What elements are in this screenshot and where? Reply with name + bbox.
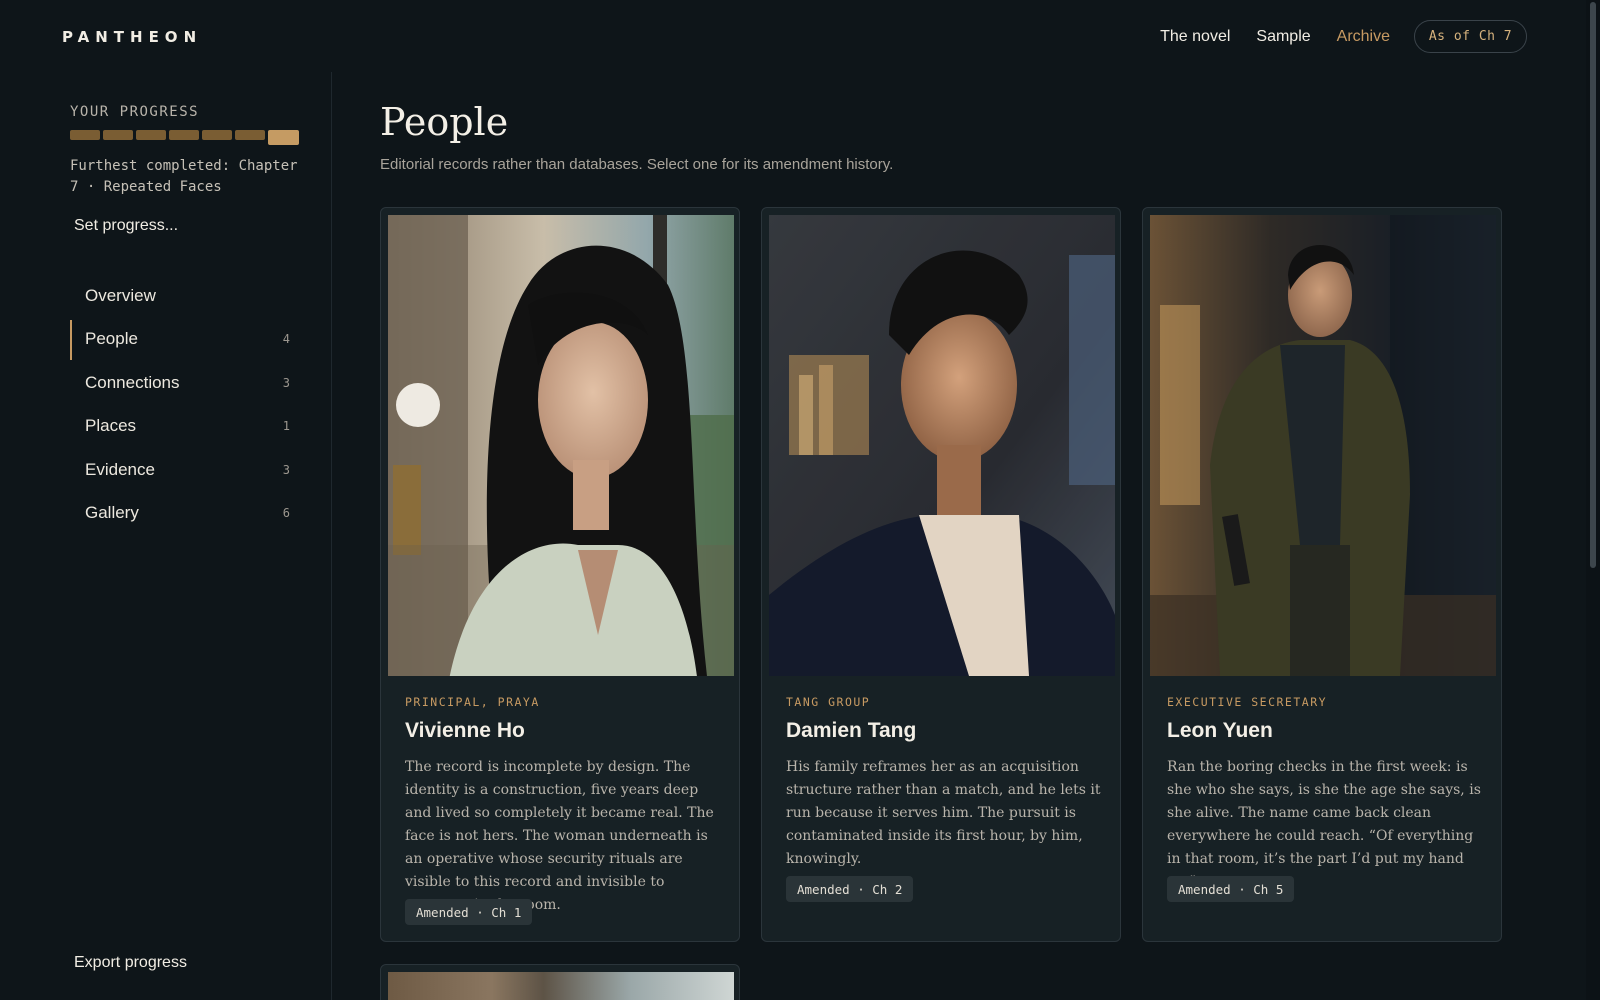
sidebar-item-label: Gallery (85, 503, 139, 523)
person-name: Damien Tang (786, 719, 917, 742)
as-of-chapter-pill[interactable]: As of Ch 7 (1414, 20, 1527, 53)
progress-segment (202, 130, 232, 140)
sidebar-item-count: 3 (282, 462, 290, 477)
nav-link-sample[interactable]: Sample (1256, 26, 1310, 48)
person-role: EXECUTIVE SECRETARY (1167, 695, 1328, 709)
sidebar-item-label: People (85, 329, 138, 349)
sidebar-item-label: Overview (85, 285, 156, 305)
sidebar-nav: Overview People 4 Connections 3 Places 1… (70, 274, 292, 535)
sidebar-item-label: Evidence (85, 459, 155, 479)
person-card-damien-tang[interactable]: TANG GROUP Damien Tang His family refram… (761, 207, 1121, 942)
sidebar-item-count: 6 (282, 506, 290, 521)
sidebar-item-count: 4 (282, 332, 290, 347)
person-card-partial[interactable] (380, 964, 740, 1000)
person-description: The record is incomplete by design. The … (405, 759, 714, 913)
person-role: TANG GROUP (786, 695, 871, 709)
sidebar-item-gallery[interactable]: Gallery 6 (70, 492, 292, 536)
furthest-completed-text: Furthest completed: Chapter 7 · Repeated… (70, 158, 298, 195)
person-name: Vivienne Ho (405, 719, 525, 742)
progress-segment (235, 130, 265, 140)
progress-segment-current (268, 130, 299, 145)
progress-segment (103, 130, 133, 140)
portrait-image (1150, 215, 1496, 676)
person-name: Leon Yuen (1167, 719, 1273, 742)
top-nav: The novel Sample Archive (1160, 26, 1390, 48)
portrait-image (388, 972, 734, 1000)
person-description: His family reframes her as an acquisitio… (786, 759, 1101, 867)
sidebar-item-places[interactable]: Places 1 (70, 405, 292, 449)
page-title: People (380, 100, 509, 144)
page-subtitle: Editorial records rather than databases.… (380, 156, 894, 173)
sidebar-item-count: 3 (282, 375, 290, 390)
sidebar-item-label: Places (85, 416, 137, 436)
amended-badge: Amended · Ch 1 (405, 899, 533, 925)
progress-segment (136, 130, 166, 140)
scrollbar-thumb[interactable] (1590, 2, 1596, 568)
sidebar: YOUR PROGRESS Furthest completed: Chapte… (0, 72, 332, 1000)
person-description: Ran the boring checks in the first week:… (1167, 759, 1481, 890)
progress-segment (70, 130, 100, 140)
sidebar-item-count: 1 (282, 419, 290, 434)
top-bar: PANTHEON The novel Sample Archive As of … (0, 0, 1600, 72)
amended-badge: Amended · Ch 2 (786, 876, 914, 902)
sidebar-item-label: Connections (85, 372, 180, 392)
brand-logo[interactable]: PANTHEON (62, 28, 202, 46)
progress-bar (70, 130, 299, 145)
export-progress-button[interactable]: Export progress (74, 954, 187, 972)
main-content: People Editorial records rather than dat… (380, 72, 1520, 1000)
sidebar-item-evidence[interactable]: Evidence 3 (70, 448, 292, 492)
set-progress-button[interactable]: Set progress... (74, 217, 178, 235)
progress-segment (169, 130, 199, 140)
nav-link-archive[interactable]: Archive (1337, 26, 1390, 48)
sidebar-item-connections[interactable]: Connections 3 (70, 361, 292, 405)
progress-label: YOUR PROGRESS (70, 104, 200, 120)
portrait-image (388, 215, 734, 676)
page-scrollbar[interactable] (1586, 0, 1600, 1000)
amended-badge: Amended · Ch 5 (1167, 876, 1295, 902)
person-role: PRINCIPAL, PRAYA (405, 695, 540, 709)
nav-link-the-novel[interactable]: The novel (1160, 26, 1230, 48)
person-card-vivienne-ho[interactable]: PRINCIPAL, PRAYA Vivienne Ho The record … (380, 207, 740, 942)
sidebar-item-overview[interactable]: Overview (70, 274, 292, 318)
portrait-image (769, 215, 1115, 676)
sidebar-item-people[interactable]: People 4 (70, 318, 292, 362)
person-card-leon-yuen[interactable]: EXECUTIVE SECRETARY Leon Yuen Ran the bo… (1142, 207, 1502, 942)
